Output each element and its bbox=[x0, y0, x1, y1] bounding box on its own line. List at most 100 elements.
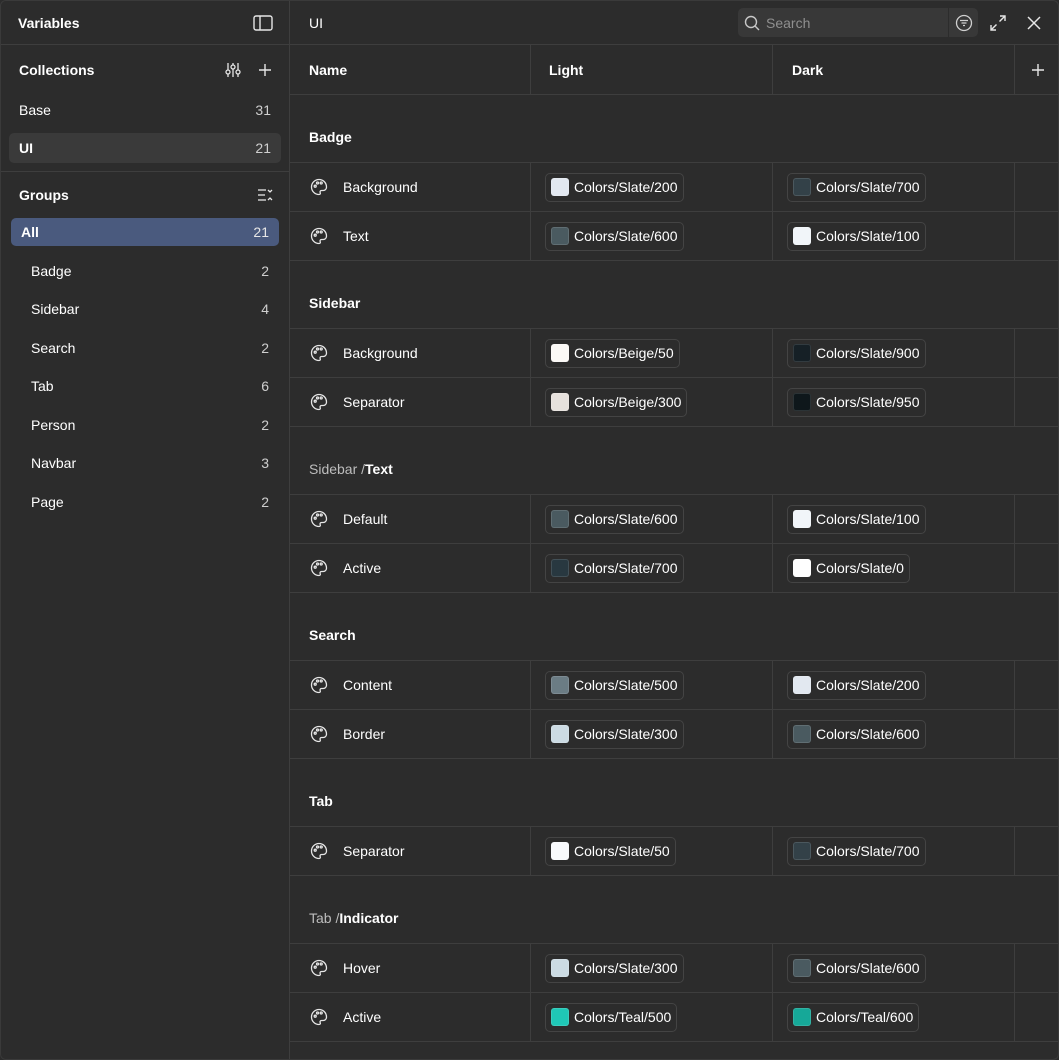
variable-name-cell[interactable]: Separator bbox=[290, 827, 531, 875]
dark-value-cell[interactable]: Colors/Slate/700 bbox=[773, 827, 1015, 875]
light-value-cell[interactable]: Colors/Slate/500 bbox=[531, 661, 773, 709]
color-value-pill[interactable]: Colors/Slate/600 bbox=[787, 719, 926, 749]
light-value-cell[interactable]: Colors/Slate/200 bbox=[531, 163, 773, 211]
group-heading-row: Tab bbox=[290, 759, 1058, 827]
color-value-pill[interactable]: Colors/Beige/50 bbox=[545, 338, 680, 368]
variable-row[interactable]: Active Colors/Slate/700 Colors/Slate/0 bbox=[290, 544, 1058, 593]
color-value-pill[interactable]: Colors/Slate/50 bbox=[545, 836, 676, 866]
color-value-pill[interactable]: Colors/Slate/700 bbox=[787, 836, 926, 866]
color-value-pill[interactable]: Colors/Slate/700 bbox=[787, 172, 926, 202]
variable-name-cell[interactable]: Hover bbox=[290, 944, 531, 992]
light-value-cell[interactable]: Colors/Beige/300 bbox=[531, 378, 773, 426]
variable-row[interactable]: Hover Colors/Slate/300 Colors/Slate/600 bbox=[290, 944, 1058, 993]
color-value-pill[interactable]: Colors/Slate/100 bbox=[787, 221, 926, 251]
light-value-cell[interactable]: Colors/Beige/50 bbox=[531, 329, 773, 377]
color-value-pill[interactable]: Colors/Slate/300 bbox=[545, 953, 684, 983]
color-value-pill[interactable]: Colors/Teal/500 bbox=[545, 1002, 678, 1032]
dark-value-cell[interactable]: Colors/Slate/100 bbox=[773, 495, 1015, 543]
color-value-pill[interactable]: Colors/Slate/200 bbox=[545, 172, 684, 202]
variable-row[interactable]: Default Colors/Slate/600 Colors/Slate/100 bbox=[290, 495, 1058, 544]
group-item-person[interactable]: Person 2 bbox=[11, 411, 279, 439]
variable-name-cell[interactable]: Background bbox=[290, 163, 531, 211]
group-heading-row: Search bbox=[290, 593, 1058, 661]
group-item-sidebar[interactable]: Sidebar 4 bbox=[11, 295, 279, 323]
dark-value-cell[interactable]: Colors/Slate/950 bbox=[773, 378, 1015, 426]
variable-row[interactable]: Border Colors/Slate/300 Colors/Slate/600 bbox=[290, 710, 1058, 759]
dark-value-cell[interactable]: Colors/Slate/600 bbox=[773, 944, 1015, 992]
variable-name-cell[interactable]: Background bbox=[290, 329, 531, 377]
add-mode-icon[interactable] bbox=[1015, 45, 1058, 94]
light-value-cell[interactable]: Colors/Slate/50 bbox=[531, 827, 773, 875]
color-swatch bbox=[793, 344, 811, 362]
group-item-badge[interactable]: Badge 2 bbox=[11, 257, 279, 285]
filter-icon[interactable] bbox=[948, 8, 978, 37]
dark-value-cell[interactable]: Colors/Slate/200 bbox=[773, 661, 1015, 709]
dark-value-cell[interactable]: Colors/Slate/600 bbox=[773, 710, 1015, 758]
top-bar: UI bbox=[290, 1, 1058, 45]
light-value-cell[interactable]: Colors/Slate/700 bbox=[531, 544, 773, 592]
group-heading-row: Tab / Indicator bbox=[290, 876, 1058, 944]
color-swatch bbox=[551, 510, 569, 528]
variable-row[interactable]: Active Colors/Teal/500 Colors/Teal/600 bbox=[290, 993, 1058, 1042]
dark-value-cell[interactable]: Colors/Slate/0 bbox=[773, 544, 1015, 592]
group-item-search[interactable]: Search 2 bbox=[11, 334, 279, 362]
column-header-dark[interactable]: Dark bbox=[773, 45, 1015, 94]
expand-icon[interactable] bbox=[982, 11, 1014, 35]
variable-name: Background bbox=[343, 179, 418, 195]
color-value-pill[interactable]: Colors/Slate/500 bbox=[545, 670, 684, 700]
variable-row[interactable]: Separator Colors/Slate/50 Colors/Slate/700 bbox=[290, 827, 1058, 876]
color-value-pill[interactable]: Colors/Slate/200 bbox=[787, 670, 926, 700]
light-value-cell[interactable]: Colors/Slate/600 bbox=[531, 495, 773, 543]
color-value-pill[interactable]: Colors/Slate/300 bbox=[545, 719, 684, 749]
color-value-pill[interactable]: Colors/Slate/700 bbox=[545, 553, 684, 583]
color-value-pill[interactable]: Colors/Beige/300 bbox=[545, 387, 688, 417]
dark-value-cell[interactable]: Colors/Slate/900 bbox=[773, 329, 1015, 377]
color-value-pill[interactable]: Colors/Slate/950 bbox=[787, 387, 926, 417]
collection-item-base[interactable]: Base 31 bbox=[9, 95, 281, 125]
column-header-light[interactable]: Light bbox=[531, 45, 773, 94]
color-value-pill[interactable]: Colors/Slate/100 bbox=[787, 504, 926, 534]
group-options-icon[interactable] bbox=[253, 183, 277, 207]
variable-name-cell[interactable]: Active bbox=[290, 544, 531, 592]
group-label: Search bbox=[31, 339, 76, 356]
color-value-pill[interactable]: Colors/Slate/0 bbox=[787, 553, 910, 583]
variable-name-cell[interactable]: Active bbox=[290, 993, 531, 1041]
collection-item-ui[interactable]: UI 21 bbox=[9, 133, 281, 163]
light-value-cell[interactable]: Colors/Slate/300 bbox=[531, 710, 773, 758]
group-item-navbar[interactable]: Navbar 3 bbox=[11, 449, 279, 477]
column-header-name[interactable]: Name bbox=[290, 45, 531, 94]
variable-row[interactable]: Content Colors/Slate/500 Colors/Slate/200 bbox=[290, 661, 1058, 710]
variable-row[interactable]: Background Colors/Beige/50 Colors/Slate/90… bbox=[290, 329, 1058, 378]
group-heading-row: Badge bbox=[290, 95, 1058, 163]
add-collection-icon[interactable] bbox=[253, 58, 277, 82]
variable-name-cell[interactable]: Content bbox=[290, 661, 531, 709]
close-icon[interactable] bbox=[1018, 11, 1050, 35]
light-value-cell[interactable]: Colors/Slate/600 bbox=[531, 212, 773, 260]
variable-name-cell[interactable]: Default bbox=[290, 495, 531, 543]
color-value-pill[interactable]: Colors/Slate/900 bbox=[787, 338, 926, 368]
toggle-sidebar-icon[interactable] bbox=[251, 11, 275, 35]
variable-name-cell[interactable]: Separator bbox=[290, 378, 531, 426]
variable-row[interactable]: Background Colors/Slate/200 Colors/Slate/7… bbox=[290, 163, 1058, 212]
dark-value-cell[interactable]: Colors/Teal/600 bbox=[773, 993, 1015, 1041]
variable-row[interactable]: Text Colors/Slate/600 Colors/Slate/100 bbox=[290, 212, 1058, 261]
group-item-tab[interactable]: Tab 6 bbox=[11, 372, 279, 400]
color-value-pill[interactable]: Colors/Slate/600 bbox=[787, 953, 926, 983]
group-label: Badge bbox=[31, 262, 72, 279]
variable-name-cell[interactable]: Text bbox=[290, 212, 531, 260]
color-value-pill[interactable]: Colors/Slate/600 bbox=[545, 221, 684, 251]
variable-row[interactable]: Separator Colors/Beige/300 Colors/Slate/95… bbox=[290, 378, 1058, 427]
variable-name-cell[interactable]: Border bbox=[290, 710, 531, 758]
search-input[interactable] bbox=[766, 14, 941, 31]
color-value-pill[interactable]: Colors/Teal/600 bbox=[787, 1002, 920, 1032]
group-item-all[interactable]: All 21 bbox=[11, 218, 279, 246]
color-value-pill[interactable]: Colors/Slate/600 bbox=[545, 504, 684, 534]
light-value-cell[interactable]: Colors/Teal/500 bbox=[531, 993, 773, 1041]
dark-value-cell[interactable]: Colors/Slate/100 bbox=[773, 212, 1015, 260]
group-item-page[interactable]: Page 2 bbox=[11, 488, 279, 516]
dark-value-cell[interactable]: Colors/Slate/700 bbox=[773, 163, 1015, 211]
color-swatch bbox=[793, 393, 811, 411]
color-value-label: Colors/Slate/200 bbox=[574, 179, 678, 195]
light-value-cell[interactable]: Colors/Slate/300 bbox=[531, 944, 773, 992]
collection-settings-icon[interactable] bbox=[221, 58, 245, 82]
